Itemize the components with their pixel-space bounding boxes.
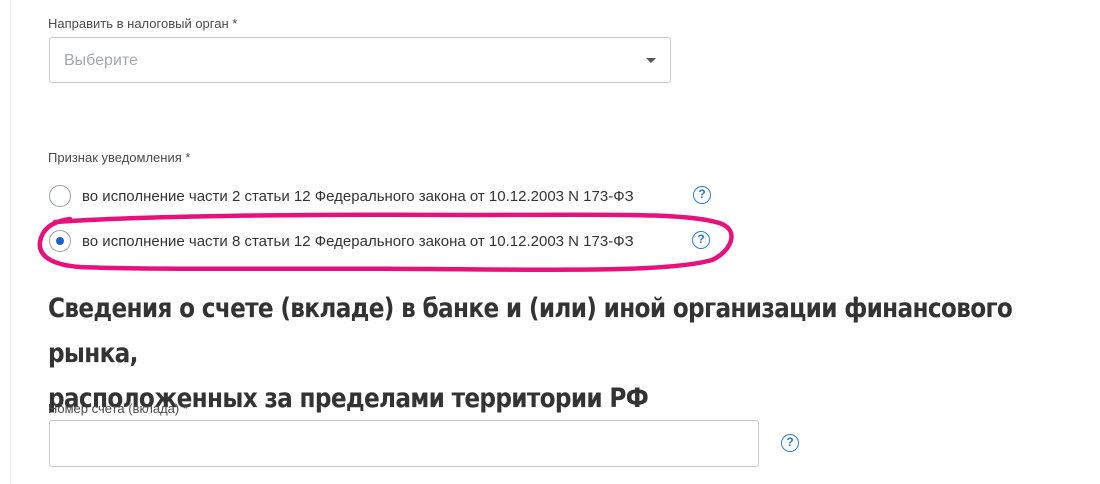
- question-mark-icon[interactable]: ?: [692, 231, 710, 249]
- notice-option-label: во исполнение части 8 статьи 12 Федераль…: [82, 232, 634, 250]
- tax-authority-placeholder: Выберите: [64, 52, 138, 69]
- section-heading: Сведения о счете (вкладе) в банке и (или…: [48, 286, 1097, 421]
- radio-button-selected[interactable]: [49, 230, 71, 252]
- chevron-down-icon: [646, 58, 656, 63]
- tax-authority-label: Направить в налоговый орган *: [48, 16, 238, 31]
- notice-option-part-2[interactable]: во исполнение части 2 статьи 12 Федераль…: [49, 184, 634, 208]
- account-number-label: Номер счета (вклада) *: [48, 401, 188, 416]
- account-number-input[interactable]: [49, 420, 759, 467]
- left-border-line: [10, 0, 11, 484]
- question-mark-icon[interactable]: ?: [781, 434, 799, 452]
- notice-option-part-8[interactable]: во исполнение части 8 статьи 12 Федераль…: [49, 229, 634, 253]
- tax-authority-select[interactable]: Выберите: [49, 37, 671, 83]
- section-heading-line-1: Сведения о счете (вкладе) в банке и (или…: [48, 293, 1013, 369]
- notice-option-label: во исполнение части 2 статьи 12 Федераль…: [82, 187, 634, 205]
- question-mark-icon[interactable]: ?: [693, 186, 711, 204]
- notice-type-label: Признак уведомления *: [48, 150, 191, 165]
- radio-button[interactable]: [49, 185, 71, 207]
